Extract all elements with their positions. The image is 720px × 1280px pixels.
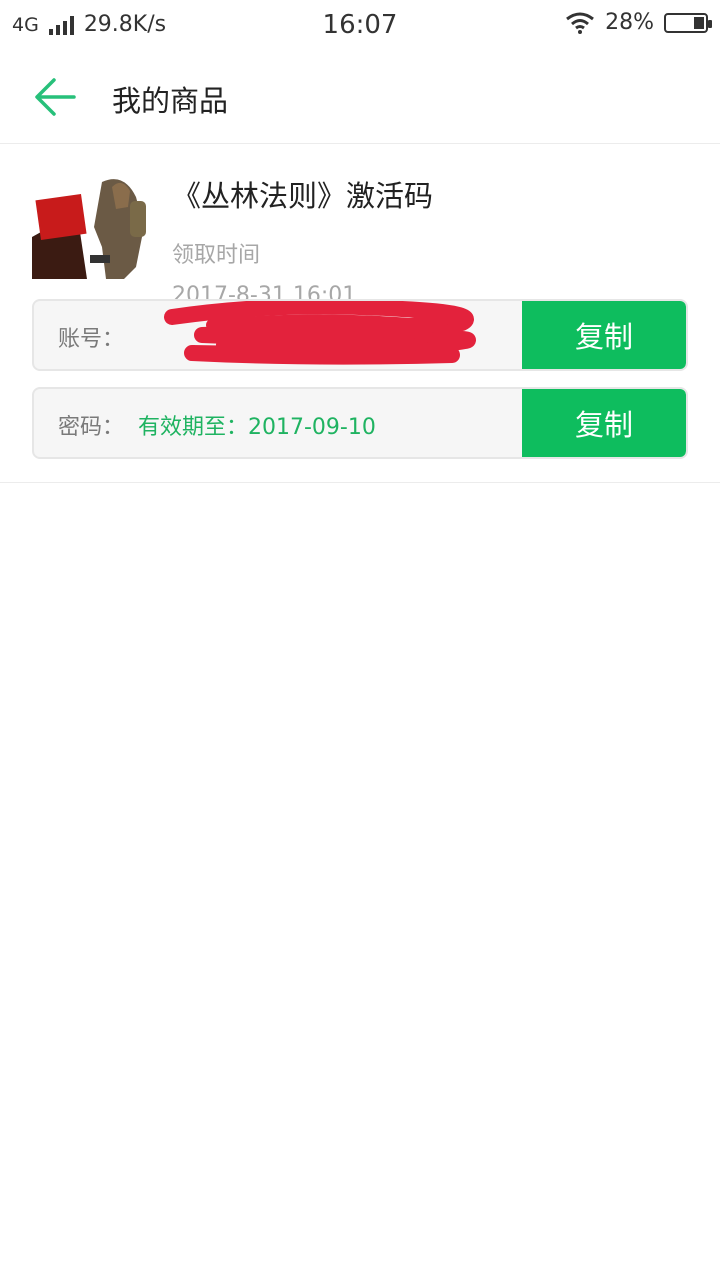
copy-account-button[interactable]: 复制 [522, 301, 686, 369]
page-title: 我的商品 [112, 84, 229, 118]
battery-icon [664, 12, 712, 33]
wifi-icon [566, 12, 595, 34]
product-card: 《丛林法则》激活码 领取时间 2017-8-31 16:01 账号： 复制 密码… [0, 145, 720, 483]
status-bar: 4G 29.8K/s 16:07 28% [0, 0, 720, 50]
password-field: 密码： 有效期至：2017-09-10 复制 [32, 387, 688, 459]
received-label: 领取时间 [172, 243, 261, 268]
back-button[interactable] [30, 74, 80, 120]
account-field: 账号： 复制 [32, 299, 688, 371]
redaction-scribble [164, 301, 476, 365]
password-value[interactable]: 有效期至：2017-09-10 [138, 409, 376, 441]
account-label: 账号： [58, 327, 125, 352]
product-title: 《丛林法则》激活码 [172, 179, 434, 213]
password-label: 密码： [58, 415, 125, 440]
game-cover-image [32, 167, 150, 279]
back-arrow-icon [35, 78, 76, 116]
battery-percent: 28% [605, 10, 654, 35]
copy-password-button[interactable]: 复制 [522, 389, 686, 457]
status-right: 28% [565, 10, 712, 35]
page-header: 我的商品 [0, 50, 720, 144]
